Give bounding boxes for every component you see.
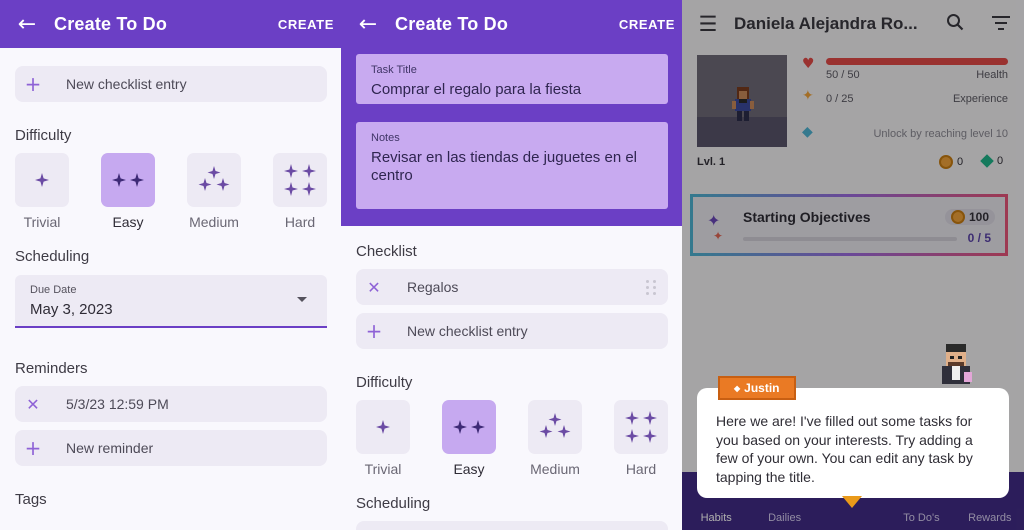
due-date-field[interactable] xyxy=(356,521,668,530)
task-title-field[interactable]: Task Title Comprar el regalo para la fie… xyxy=(356,54,668,104)
difficulty-label: Difficulty xyxy=(356,374,413,391)
speaker-name-tag: ◆ Justin xyxy=(718,376,796,400)
habitica-home-screen: ☰ Daniela Alejandra Ro... Lvl. 1 ♥ 50 / … xyxy=(682,0,1024,530)
due-date-caption: Due Date xyxy=(30,284,77,296)
checklist-item-row[interactable]: ✕ Regalos xyxy=(356,269,668,305)
hard-sparkle-icon xyxy=(614,400,668,454)
plus-icon: + xyxy=(24,436,42,460)
difficulty-medium-label: Medium xyxy=(530,461,580,477)
easy-sparkle-icon xyxy=(101,153,155,207)
tags-label: Tags xyxy=(15,491,47,508)
due-date-field[interactable]: Due Date May 3, 2023 xyxy=(15,275,327,328)
difficulty-medium-label: Medium xyxy=(189,214,239,230)
medium-sparkle-icon xyxy=(528,400,582,454)
diamond-icon: ◆ xyxy=(734,383,741,393)
difficulty-trivial[interactable]: Trivial xyxy=(356,400,410,477)
task-header-panel: Task Title Comprar el regalo para la fie… xyxy=(341,48,682,226)
trivial-sparkle-icon xyxy=(15,153,69,207)
speaker-name: Justin xyxy=(744,381,780,395)
medium-sparkle-icon xyxy=(187,153,241,207)
difficulty-easy[interactable]: Easy xyxy=(442,400,496,477)
plus-icon: + xyxy=(24,72,42,96)
difficulty-trivial-label: Trivial xyxy=(23,214,61,230)
back-arrow-icon[interactable]: ← xyxy=(0,12,54,37)
create-button[interactable]: CREATE xyxy=(278,17,341,32)
tutorial-message: Here we are! I've filled out some tasks … xyxy=(716,413,973,485)
notes-caption: Notes xyxy=(371,132,400,144)
back-arrow-icon[interactable]: ← xyxy=(341,12,395,37)
new-checklist-entry-row[interactable]: + New checklist entry xyxy=(15,66,327,102)
create-todo-screen-scrolled: + New checklist entry Difficulty Trivial… xyxy=(0,0,341,530)
new-checklist-entry-row[interactable]: + New checklist entry xyxy=(356,313,668,349)
difficulty-easy-label: Easy xyxy=(453,461,485,477)
difficulty-hard-label: Hard xyxy=(625,461,657,477)
checklist-label: Checklist xyxy=(356,243,417,260)
task-title-value: Comprar el regalo para la fiesta xyxy=(371,81,582,98)
create-button[interactable]: CREATE xyxy=(619,17,682,32)
difficulty-easy-label: Easy xyxy=(112,214,144,230)
scheduling-label: Scheduling xyxy=(15,248,90,265)
create-todo-screen: ← Create To Do CREATE Task Title Comprar… xyxy=(341,0,682,530)
drag-handle-icon[interactable] xyxy=(646,280,660,296)
scheduling-label: Scheduling xyxy=(356,495,431,512)
hard-sparkle-icon xyxy=(273,153,327,207)
difficulty-easy[interactable]: Easy xyxy=(101,153,155,230)
difficulty-trivial-label: Trivial xyxy=(364,461,402,477)
difficulty-medium[interactable]: Medium xyxy=(187,153,241,230)
justin-mascot xyxy=(942,344,972,384)
difficulty-selector: Trivial Easy Medium Hard xyxy=(356,400,668,480)
page-title: Create To Do xyxy=(54,13,168,34)
reminder-row[interactable]: ✕ 5/3/23 12:59 PM xyxy=(15,386,327,422)
dropdown-arrow-icon xyxy=(297,297,307,302)
difficulty-selector: Trivial Easy Medium Hard xyxy=(15,153,327,233)
difficulty-medium[interactable]: Medium xyxy=(528,400,582,477)
remove-reminder-icon[interactable]: ✕ xyxy=(15,395,51,414)
app-bar: ← Create To Do CREATE xyxy=(0,0,341,48)
difficulty-trivial[interactable]: Trivial xyxy=(15,153,69,230)
page-title: Create To Do xyxy=(395,13,509,34)
task-title-caption: Task Title xyxy=(371,64,417,76)
difficulty-label: Difficulty xyxy=(15,127,72,144)
new-checklist-entry-label: New checklist entry xyxy=(407,323,528,339)
app-bar: ← Create To Do CREATE xyxy=(341,0,682,48)
due-date-value: May 3, 2023 xyxy=(30,301,113,318)
plus-icon: + xyxy=(365,319,383,343)
difficulty-hard[interactable]: Hard xyxy=(273,153,327,230)
reminders-label: Reminders xyxy=(15,360,88,377)
difficulty-hard[interactable]: Hard xyxy=(614,400,668,477)
tutorial-speech-bubble[interactable]: Here we are! I've filled out some tasks … xyxy=(697,388,1009,498)
continue-arrow-icon[interactable] xyxy=(842,496,862,508)
notes-field[interactable]: Notes Revisar en las tiendas de juguetes… xyxy=(356,122,668,209)
reminder-value: 5/3/23 12:59 PM xyxy=(66,396,169,412)
remove-checklist-item-icon[interactable]: ✕ xyxy=(356,278,392,297)
new-checklist-entry-label: New checklist entry xyxy=(66,76,187,92)
new-reminder-row[interactable]: + New reminder xyxy=(15,430,327,466)
checklist-item-text: Regalos xyxy=(407,279,459,295)
easy-sparkle-icon xyxy=(442,400,496,454)
trivial-sparkle-icon xyxy=(356,400,410,454)
notes-value: Revisar en las tiendas de juguetes en el… xyxy=(371,149,638,184)
difficulty-hard-label: Hard xyxy=(284,214,316,230)
new-reminder-label: New reminder xyxy=(66,440,154,456)
